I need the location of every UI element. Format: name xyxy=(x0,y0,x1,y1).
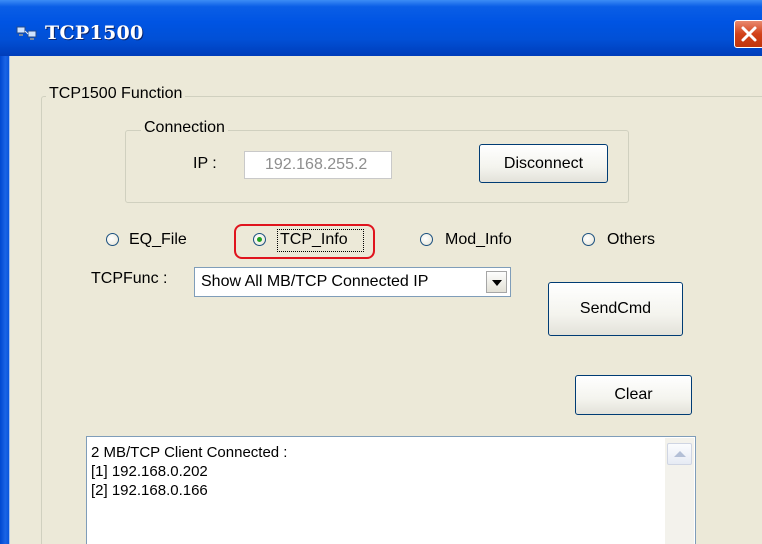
radio-others-label[interactable]: Others xyxy=(607,231,655,249)
radio-eq-file[interactable] xyxy=(106,233,119,246)
tcpfunc-selected-value: Show All MB/TCP Connected IP xyxy=(201,273,429,290)
connection-group-title: Connection xyxy=(141,119,228,137)
dropdown-arrow-icon[interactable] xyxy=(486,271,507,293)
radio-mod-info[interactable] xyxy=(420,233,433,246)
app-window: TCP1500 TCP1500 Function Connection IP :… xyxy=(0,0,762,544)
window-title: TCP1500 xyxy=(45,22,144,44)
vertical-scrollbar[interactable] xyxy=(665,438,694,544)
close-button[interactable] xyxy=(734,20,762,48)
sendcmd-button[interactable]: SendCmd xyxy=(548,282,683,336)
radio-tcp-info-label[interactable]: TCP_Info xyxy=(280,231,348,249)
output-line: [2] 192.168.0.166 xyxy=(91,482,208,499)
close-x-icon xyxy=(741,26,757,42)
ip-field[interactable]: 192.168.255.2 xyxy=(244,151,392,179)
radio-mod-info-label[interactable]: Mod_Info xyxy=(445,231,512,249)
radio-tcp-info[interactable] xyxy=(253,233,266,246)
radio-eq-file-label[interactable]: EQ_File xyxy=(129,231,187,249)
clear-button[interactable]: Clear xyxy=(575,375,692,415)
window-frame-left xyxy=(0,56,9,544)
disconnect-button[interactable]: Disconnect xyxy=(479,144,608,183)
output-textarea[interactable]: 2 MB/TCP Client Connected : [1] 192.168.… xyxy=(86,436,696,544)
network-computers-icon xyxy=(16,26,37,40)
output-line: 2 MB/TCP Client Connected : xyxy=(91,444,288,461)
tcpfunc-dropdown[interactable]: Show All MB/TCP Connected IP xyxy=(194,267,511,297)
scroll-up-arrow-icon[interactable] xyxy=(667,443,692,465)
radio-others[interactable] xyxy=(582,233,595,246)
ip-label: IP : xyxy=(193,155,217,172)
tcpfunc-label: TCPFunc : xyxy=(91,270,168,287)
output-line: [1] 192.168.0.202 xyxy=(91,463,208,480)
function-group-title: TCP1500 Function xyxy=(46,85,186,103)
title-bar[interactable]: TCP1500 xyxy=(0,0,762,56)
